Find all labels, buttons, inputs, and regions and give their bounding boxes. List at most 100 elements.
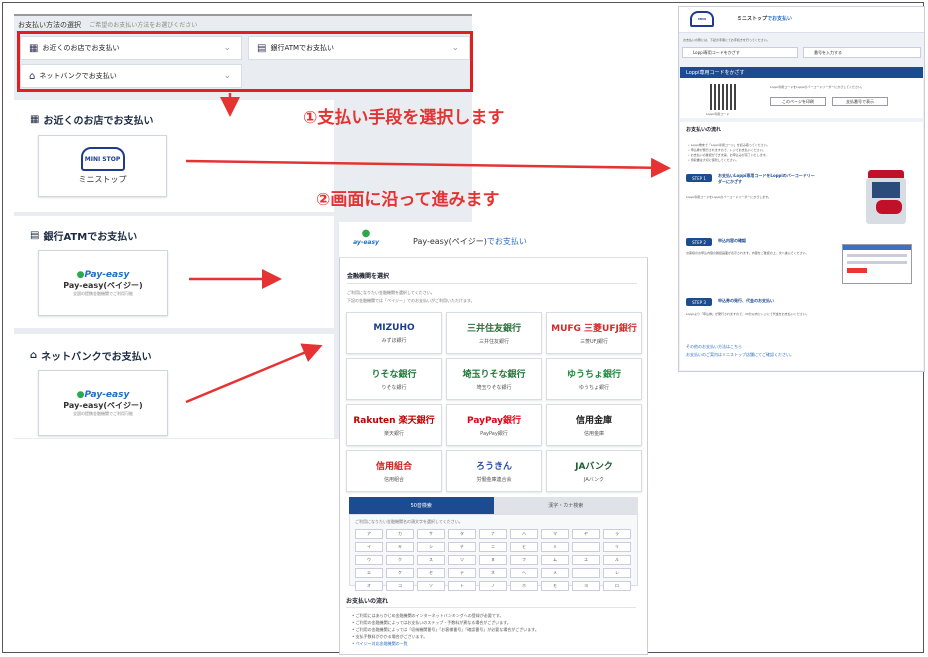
- select-loppi-code[interactable]: Loppi専用コードをかざす: [682, 47, 798, 58]
- payeasy-dot-icon: ●: [76, 269, 85, 280]
- payeasy-header-suffix: でお支払い: [486, 237, 527, 246]
- payeasy-netbank-card[interactable]: ●Pay-easy Pay-easy(ペイジー) 全国の提携金融機関でご利用可能: [38, 370, 168, 436]
- bank-card[interactable]: 信用金庫 信用金庫: [546, 404, 642, 446]
- kana-button[interactable]: ア: [355, 529, 383, 539]
- kana-button[interactable]: サ: [417, 529, 445, 539]
- flow-item-text: Loppi端末で「Loppi専用コード」を読み取ってください。: [690, 143, 770, 147]
- step2-badge: STEP 2: [686, 238, 712, 246]
- netbank-section-title: ⌂ ネットバンクでお支払い: [30, 348, 152, 363]
- bank-card[interactable]: ゆうちょ銀行 ゆうちょ銀行: [546, 358, 642, 400]
- kana-button[interactable]: イ: [355, 542, 383, 552]
- kana-button[interactable]: ト: [448, 581, 476, 591]
- payeasy-logo: ●Pay-easy: [77, 270, 130, 280]
- tab-kanji-search[interactable]: 漢字・カナ検索: [493, 497, 638, 514]
- bank-card[interactable]: MIZUHO みずほ銀行: [346, 312, 442, 354]
- ministop-card[interactable]: MINI STOP ミニストップ: [38, 135, 167, 197]
- kana-button[interactable]: カ: [386, 529, 414, 539]
- kana-button[interactable]: オ: [355, 581, 383, 591]
- bank-card[interactable]: ろうきん 労働金庫連合会: [446, 450, 542, 492]
- ministop-header-title-text: ミニストップ: [737, 16, 768, 22]
- bank-logo: 三井住友銀行: [466, 324, 521, 334]
- kana-button[interactable]: チ: [448, 542, 476, 552]
- bank-logo: 埼玉りそな銀行: [462, 370, 526, 380]
- kana-button[interactable]: ニ: [479, 542, 507, 552]
- flow-item: • 領収書は大切に保管してください。: [688, 158, 868, 163]
- flow-item-text: 申込券が発行されますので、レジでお支払いください。: [690, 148, 766, 152]
- kana-button[interactable]: [572, 542, 600, 552]
- kana-button[interactable]: ム: [541, 555, 569, 565]
- confirm-screen-image: [842, 244, 912, 284]
- bank-name: 労働金庫連合会: [476, 477, 512, 483]
- bank-card[interactable]: Rakuten 楽天銀行 楽天銀行: [346, 404, 442, 446]
- kana-button[interactable]: エ: [355, 568, 383, 578]
- select-bank-note2: 下記の金融機関では「ペイジー」でのお支払いがご利用いただけます。: [347, 298, 475, 303]
- kana-button[interactable]: メ: [541, 568, 569, 578]
- step3-note: Loppiより「申込券」が発行されますので、30分以内にレジにて代金をお支払いく…: [686, 312, 809, 316]
- bank-card[interactable]: MUFG 三菱UFJ銀行 三菱UFJ銀行: [546, 312, 642, 354]
- select-number-input-label: 番号を入力する: [814, 49, 842, 55]
- kana-button[interactable]: テ: [448, 568, 476, 578]
- flow-item[interactable]: • ペイジー対応金融機関の一覧: [352, 640, 640, 647]
- kana-button[interactable]: コ: [386, 581, 414, 591]
- bank-card[interactable]: PayPay銀行 PayPay銀行: [446, 404, 542, 446]
- loppi-terminal-image: [862, 170, 910, 228]
- bank-logo: PayPay銀行: [466, 416, 522, 426]
- kana-button[interactable]: ヌ: [479, 555, 507, 565]
- kana-button[interactable]: フ: [510, 555, 538, 565]
- print-button[interactable]: このページを印刷: [770, 97, 826, 106]
- qr-caption: Loppi専用コード: [706, 112, 730, 116]
- ministop-intro: お支払いの際には、下記の手順にてお手続きを行ってください。: [683, 38, 770, 42]
- netbank-section-title-text: ネットバンクでお支払い: [41, 352, 152, 363]
- kana-button[interactable]: ス: [417, 555, 445, 565]
- kana-button[interactable]: ヤ: [572, 529, 600, 539]
- bank-grid: MIZUHO みずほ銀行 三井住友銀行 三井住友銀行 MUFG 三菱UFJ銀行 三菱UFJ…: [346, 312, 642, 492]
- kana-button[interactable]: ラ: [603, 529, 631, 539]
- payeasy-dot-icon: ●: [76, 389, 85, 400]
- middle-flow-heading: お支払いの流れ: [346, 598, 389, 605]
- bank-card[interactable]: りそな銀行 りそな銀行: [346, 358, 442, 400]
- kana-button[interactable]: シ: [417, 542, 445, 552]
- kana-button[interactable]: ツ: [448, 555, 476, 565]
- kana-button[interactable]: ク: [386, 555, 414, 565]
- payeasy-label: Pay-easy(ペイジー): [63, 400, 143, 410]
- kana-button[interactable]: ミ: [541, 542, 569, 552]
- tab-kana-search[interactable]: 50音検索: [349, 497, 494, 514]
- show-number-button[interactable]: 支払番号で表示: [832, 97, 888, 106]
- kana-button[interactable]: セ: [417, 568, 445, 578]
- kana-button[interactable]: ユ: [572, 555, 600, 565]
- kana-button[interactable]: マ: [541, 529, 569, 539]
- bank-card[interactable]: 埼玉りそな銀行 埼玉りそな銀行: [446, 358, 542, 400]
- bank-name: 埼玉りそな銀行: [476, 385, 512, 391]
- kana-button[interactable]: ウ: [355, 555, 383, 565]
- kana-button[interactable]: ヨ: [572, 581, 600, 591]
- payeasy-atm-card[interactable]: ●Pay-easy Pay-easy(ペイジー) 全国の提携金融機関でご利用可能: [38, 250, 168, 316]
- kana-button[interactable]: モ: [541, 581, 569, 591]
- kana-button[interactable]: リ: [603, 542, 631, 552]
- atm-section-title: ▤ 銀行ATMでお支払い: [30, 228, 137, 243]
- kana-button[interactable]: タ: [448, 529, 476, 539]
- kana-button[interactable]: [572, 568, 600, 578]
- bank-name: 三井住友銀行: [478, 339, 509, 345]
- kana-button[interactable]: ソ: [417, 581, 445, 591]
- kana-button[interactable]: ハ: [510, 529, 538, 539]
- other-methods-link[interactable]: その他のお支払い方法はこちら: [686, 344, 742, 350]
- bank-card[interactable]: 三井住友銀行 三井住友銀行: [446, 312, 542, 354]
- ministop-guide-link[interactable]: お支払いのご案内はミニストップ店舗にてご確認ください。: [686, 352, 794, 358]
- kana-button[interactable]: ネ: [479, 568, 507, 578]
- kana-button[interactable]: ノ: [479, 581, 507, 591]
- kana-button[interactable]: ヒ: [510, 542, 538, 552]
- kana-button[interactable]: レ: [603, 568, 631, 578]
- kana-button[interactable]: キ: [386, 542, 414, 552]
- payeasy-sub: 全国の提携金融機関でご利用可能: [73, 410, 133, 416]
- kana-button[interactable]: ル: [603, 555, 631, 565]
- bank-card[interactable]: 信用組合 信用組合: [346, 450, 442, 492]
- kana-button[interactable]: ケ: [386, 568, 414, 578]
- kana-button[interactable]: ホ: [510, 581, 538, 591]
- kana-button[interactable]: ナ: [479, 529, 507, 539]
- top-divider: [14, 14, 472, 16]
- kana-button[interactable]: ヘ: [510, 568, 538, 578]
- kana-button[interactable]: ロ: [603, 581, 631, 591]
- select-loppi-code-label: Loppi専用コードをかざす: [693, 49, 740, 55]
- select-number-input[interactable]: 番号を入力する: [803, 47, 921, 58]
- bank-card[interactable]: JAバンク JAバンク: [546, 450, 642, 492]
